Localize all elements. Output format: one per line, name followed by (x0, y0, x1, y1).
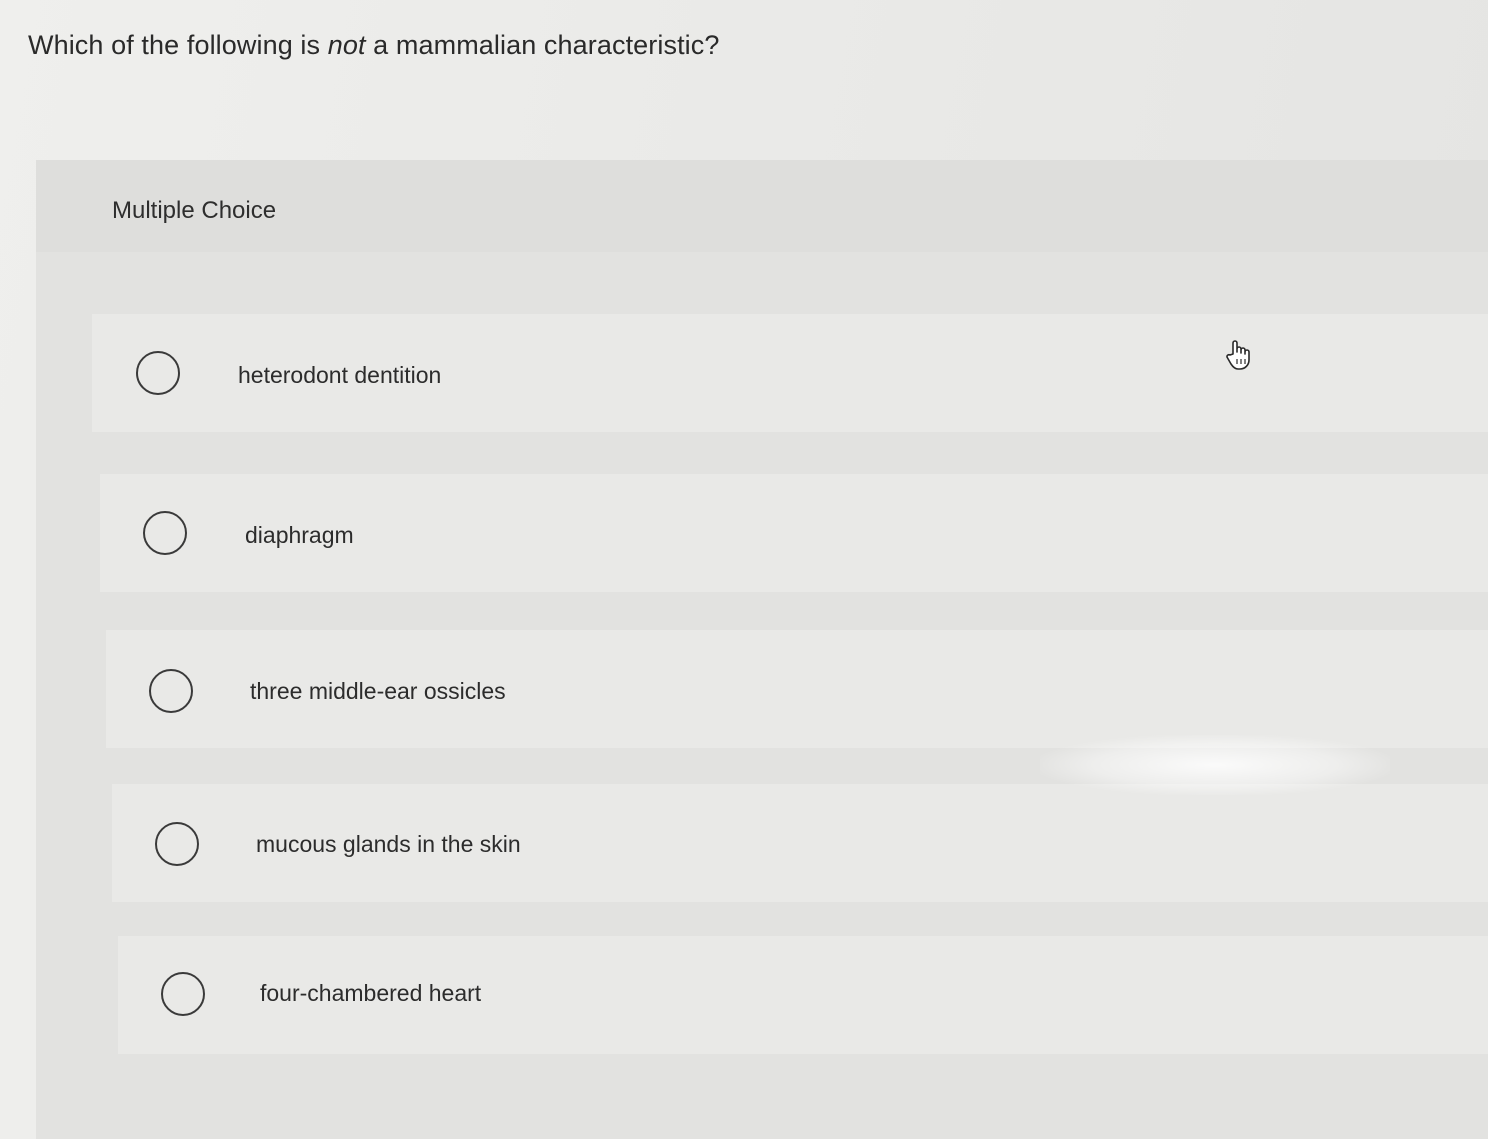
question-text-after: a mammalian characteristic? (365, 30, 720, 60)
radio-button-5[interactable] (161, 972, 205, 1016)
question-text-before: Which of the following is (28, 30, 328, 60)
quiz-page: Which of the following is not a mammalia… (0, 0, 1488, 1139)
option-label-3: three middle-ear ossicles (250, 678, 506, 704)
answer-option-1[interactable]: heterodont dentition (92, 314, 1488, 432)
option-label-5: four-chambered heart (260, 980, 482, 1006)
answer-option-4[interactable]: mucous glands in the skin (112, 784, 1488, 902)
option-label-4: mucous glands in the skin (256, 831, 521, 857)
multiple-choice-header: Multiple Choice (36, 160, 1488, 252)
radio-button-2[interactable] (143, 511, 187, 555)
radio-button-3[interactable] (149, 669, 193, 713)
option-label-1: heterodont dentition (238, 362, 442, 388)
multiple-choice-label: Multiple Choice (112, 197, 277, 224)
answer-option-2[interactable]: diaphragm (100, 474, 1488, 592)
radio-button-1[interactable] (136, 351, 180, 395)
radio-button-4[interactable] (155, 822, 199, 866)
answer-option-5[interactable]: four-chambered heart (118, 936, 1488, 1054)
hand-pointer-icon (1226, 340, 1250, 370)
question-emphasis: not (327, 30, 366, 60)
question-prompt: Which of the following is not a mammalia… (28, 30, 720, 61)
answer-option-3[interactable]: three middle-ear ossicles (106, 630, 1488, 748)
option-label-2: diaphragm (245, 522, 354, 548)
screen-glare (1040, 735, 1390, 795)
